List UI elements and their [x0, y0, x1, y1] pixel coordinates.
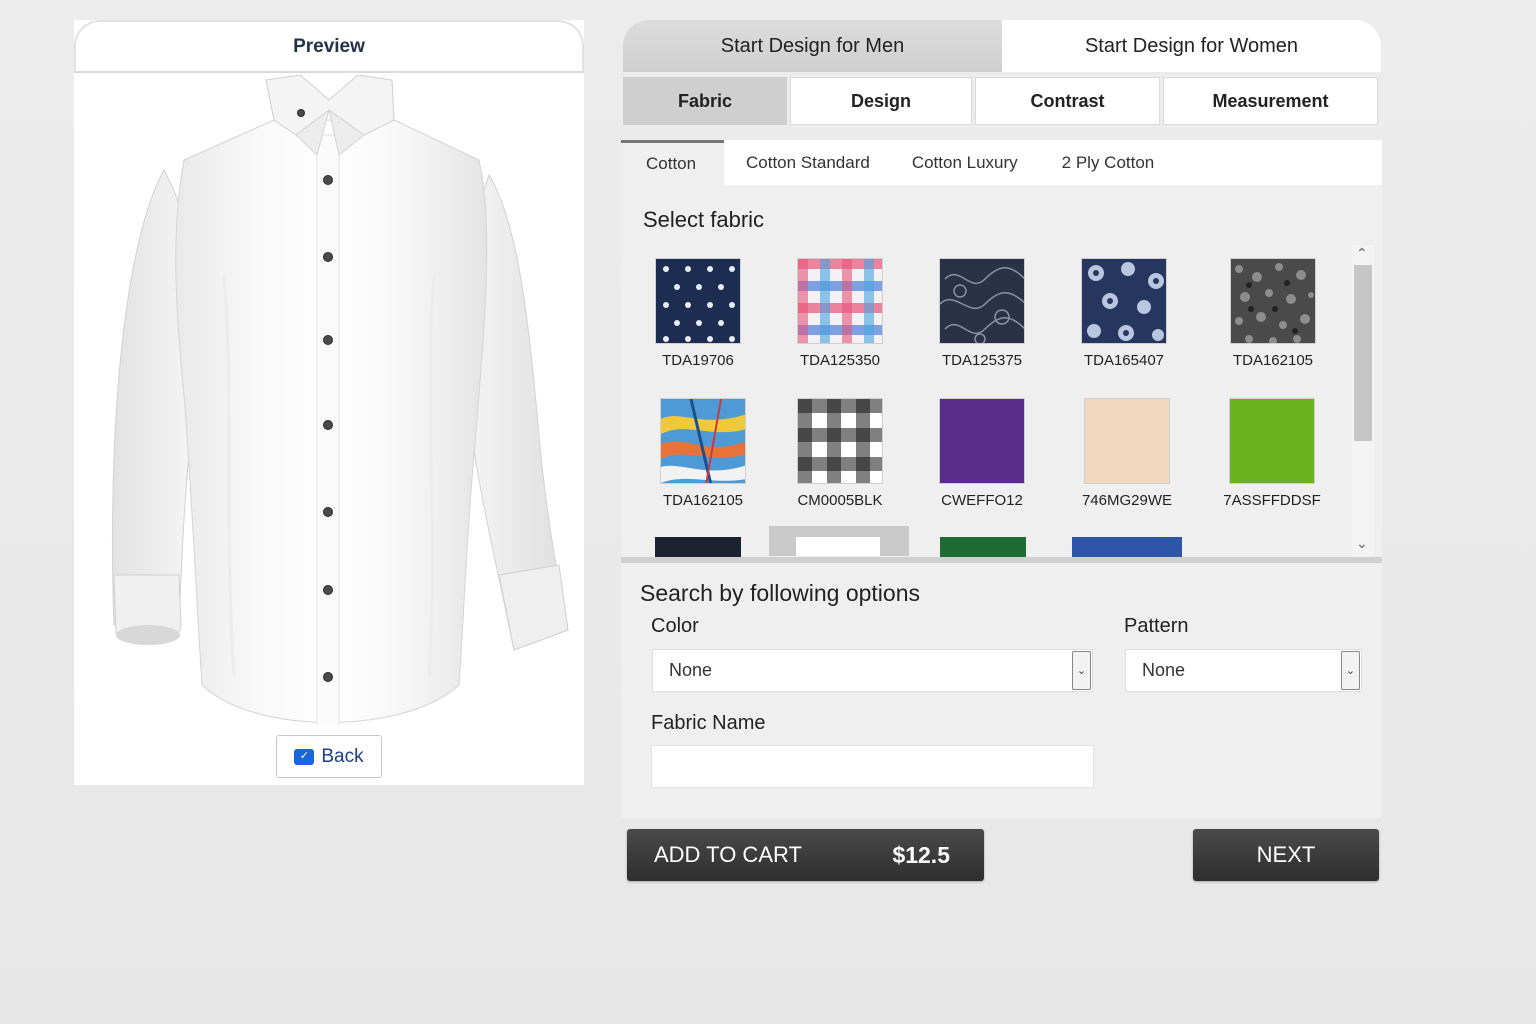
tab-design[interactable]: Design — [790, 77, 972, 125]
add-to-cart-button[interactable]: ADD TO CART $12.5 — [627, 829, 984, 881]
chevron-down-icon[interactable]: ⌄ — [1341, 651, 1360, 690]
preview-title: Preview — [74, 20, 584, 73]
scroll-down-icon[interactable]: ⌄ — [1356, 535, 1368, 552]
fabric-swatch[interactable]: 746MG29WE — [1072, 398, 1182, 509]
gender-tabs: Start Design for Men Start Design for Wo… — [623, 20, 1381, 72]
add-to-cart-label: ADD TO CART — [654, 842, 802, 867]
fabric-code: TDA125350 — [799, 352, 881, 369]
fabric-swatch-image — [1230, 258, 1316, 344]
fabric-swatch[interactable]: TDA162105 — [648, 398, 758, 509]
back-arrow-icon: ✓ — [294, 748, 315, 765]
fabric-code: 7ASSFFDDSF — [1223, 492, 1321, 509]
fabric-swatch[interactable]: TDA125375 — [927, 258, 1037, 369]
fabric-code: CM0005BLK — [797, 492, 883, 509]
fabric-code: TDA125375 — [941, 352, 1023, 369]
fabric-swatch-image — [1229, 398, 1315, 484]
fabric-swatch-image — [1081, 258, 1167, 344]
tab-2-ply-cotton[interactable]: 2 Ply Cotton — [1062, 140, 1155, 185]
tab-fabric[interactable]: Fabric — [623, 77, 787, 125]
pattern-select[interactable]: None ⌄ — [1125, 649, 1362, 692]
cart-price: $12.5 — [892, 841, 950, 868]
fabric-swatch-image — [797, 398, 883, 484]
fabric-swatch[interactable] — [769, 526, 909, 556]
tab-start-design-men[interactable]: Start Design for Men — [623, 20, 1002, 72]
fabric-swatch[interactable]: TDA125350 — [785, 258, 895, 369]
chevron-down-icon[interactable]: ⌄ — [1072, 651, 1091, 690]
fabric-swatch-image — [796, 537, 880, 556]
pattern-label: Pattern — [1124, 615, 1189, 637]
back-button-label: Back — [321, 745, 364, 767]
fabric-swatch[interactable]: TDA165407 — [1069, 258, 1179, 369]
fabric-swatch-image — [660, 398, 746, 484]
preview-panel: Preview ✓ Back — [74, 20, 584, 785]
tab-contrast[interactable]: Contrast — [975, 77, 1160, 125]
fabric-swatch[interactable]: TDA19706 — [643, 258, 753, 369]
search-options: Search by following options Color None ⌄… — [621, 563, 1382, 818]
fabric-selector: Select fabric TDA19706 TDA125350 TDA1253… — [621, 185, 1382, 560]
tab-cotton[interactable]: Cotton — [621, 140, 724, 185]
tab-measurement[interactable]: Measurement — [1163, 77, 1378, 125]
pattern-select-value: None — [1142, 660, 1186, 680]
fabric-swatch-image — [655, 258, 741, 344]
fabric-code: TDA162105 — [1232, 352, 1314, 369]
scroll-up-icon[interactable]: ⌃ — [1356, 245, 1368, 262]
fabric-swatch-image — [797, 258, 883, 344]
fabric-swatch-image — [1084, 398, 1170, 484]
fabric-name-input[interactable] — [651, 745, 1094, 788]
fabric-swatch-image — [939, 398, 1025, 484]
fabric-name-label: Fabric Name — [651, 712, 766, 734]
fabric-swatch[interactable]: CWEFFO12 — [927, 398, 1037, 509]
fabric-code: TDA165407 — [1083, 352, 1165, 369]
design-panel: Start Design for Men Start Design for Wo… — [621, 20, 1383, 820]
fabric-code: CWEFFO12 — [941, 492, 1023, 509]
scroll-thumb[interactable] — [1354, 265, 1372, 441]
select-fabric-title: Select fabric — [643, 207, 765, 232]
fabric-swatch[interactable]: 7ASSFFDDSF — [1217, 398, 1327, 509]
color-label: Color — [651, 615, 699, 637]
tab-start-design-women[interactable]: Start Design for Women — [1002, 20, 1381, 72]
design-step-tabs: Fabric Design Contrast Measurement — [623, 77, 1383, 125]
search-options-title: Search by following options — [640, 580, 920, 606]
tab-cotton-standard[interactable]: Cotton Standard — [746, 140, 870, 185]
fabric-swatch-image — [939, 258, 1025, 344]
fabric-swatch[interactable]: CM0005BLK — [785, 398, 895, 509]
shirt-preview-image — [74, 74, 584, 731]
back-button[interactable]: ✓ Back — [276, 735, 382, 778]
fabric-code: 746MG29WE — [1081, 492, 1173, 509]
color-select[interactable]: None ⌄ — [652, 649, 1093, 692]
next-button[interactable]: NEXT — [1193, 829, 1379, 881]
fabric-scrollbar[interactable]: ⌃ ⌄ — [1352, 245, 1374, 557]
fabric-swatch[interactable]: TDA162105 — [1218, 258, 1328, 369]
color-select-value: None — [669, 660, 713, 680]
tab-cotton-luxury[interactable]: Cotton Luxury — [912, 140, 1018, 185]
fabric-code: TDA19706 — [662, 352, 734, 369]
fabric-code: TDA162105 — [662, 492, 744, 509]
fabric-type-tabs: Cotton Cotton Standard Cotton Luxury 2 P… — [621, 140, 1382, 185]
